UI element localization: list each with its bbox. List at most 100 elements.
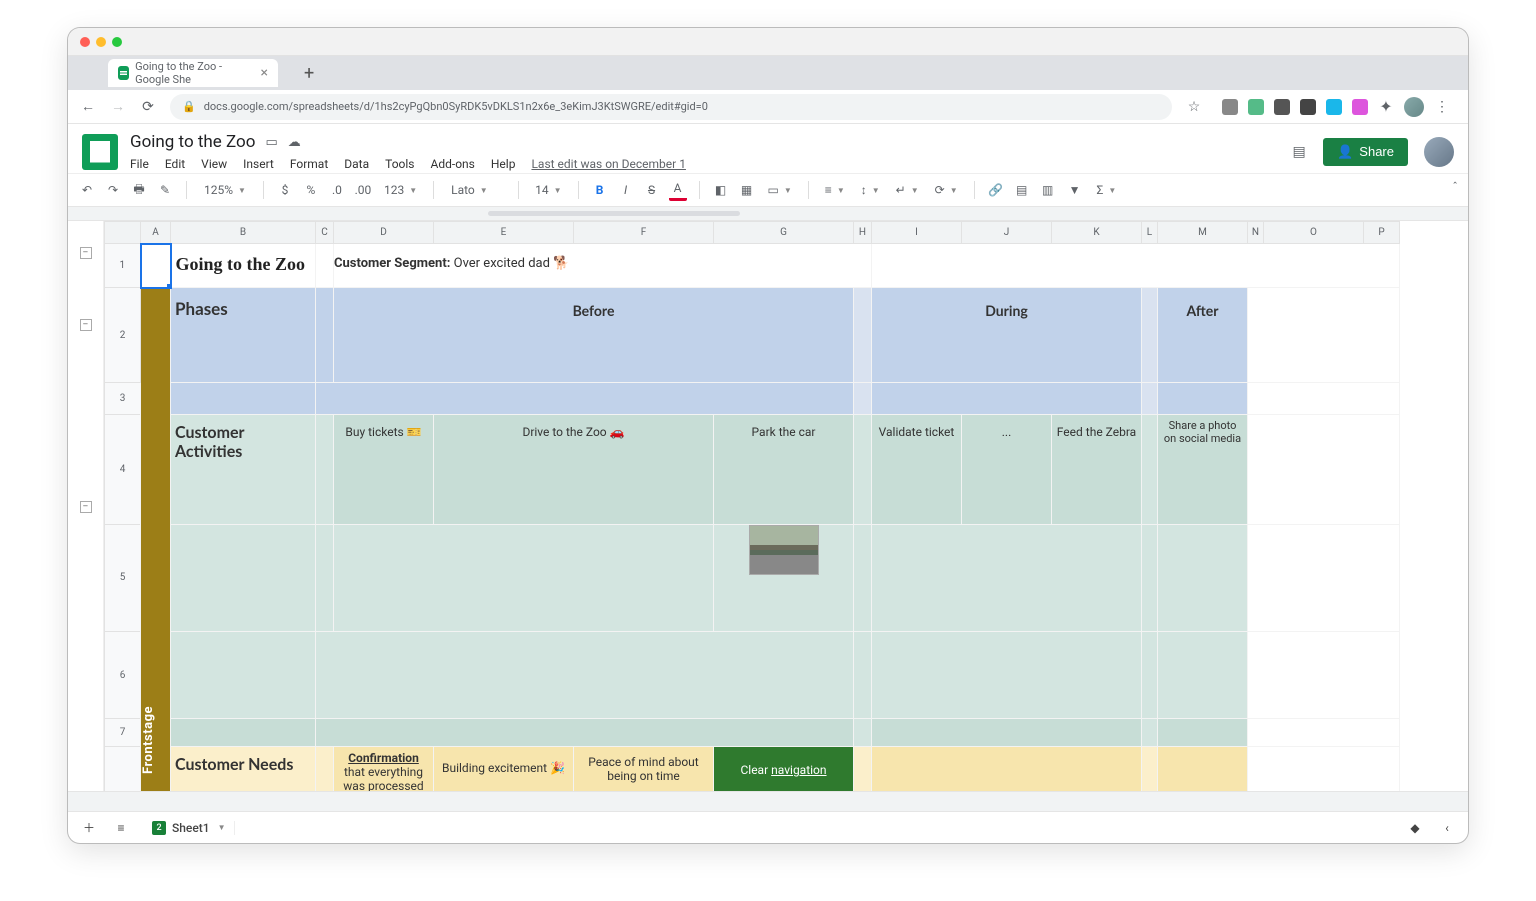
- cell[interactable]: [854, 631, 872, 718]
- col-header[interactable]: M: [1158, 222, 1248, 244]
- cell[interactable]: [316, 244, 334, 288]
- cell[interactable]: [316, 383, 854, 415]
- spreadsheet-grid[interactable]: – – – A B C: [68, 221, 1468, 791]
- extension-icon[interactable]: [1222, 99, 1238, 115]
- cell[interactable]: [1142, 415, 1158, 524]
- cell[interactable]: [854, 524, 872, 631]
- cell[interactable]: [854, 747, 872, 791]
- cell[interactable]: [1248, 383, 1400, 415]
- doc-title[interactable]: Going to the Zoo: [130, 132, 255, 152]
- cell[interactable]: [872, 631, 1142, 718]
- move-to-folder-icon[interactable]: ▭: [265, 135, 277, 150]
- col-header[interactable]: D: [334, 222, 434, 244]
- omnibox[interactable]: 🔒 docs.google.com/spreadsheets/d/1hs2cyP…: [170, 94, 1172, 120]
- profile-avatar-icon[interactable]: [1404, 97, 1424, 117]
- bold-button[interactable]: B: [591, 179, 609, 201]
- share-button[interactable]: 👤 Share: [1323, 138, 1408, 166]
- back-icon[interactable]: ←: [80, 98, 96, 115]
- new-tab-button[interactable]: +: [304, 63, 314, 84]
- row-header[interactable]: 3: [105, 383, 141, 415]
- borders-icon[interactable]: ▦: [738, 179, 756, 201]
- window-zoom-icon[interactable]: [112, 37, 122, 47]
- row-header[interactable]: 5: [105, 524, 141, 631]
- comments-icon[interactable]: ▤: [1291, 144, 1307, 160]
- browser-tab[interactable]: Going to the Zoo - Google She ×: [108, 59, 278, 87]
- print-icon[interactable]: 🖶: [130, 179, 148, 201]
- text-wrap-button[interactable]: ↵▼: [892, 183, 923, 197]
- row-header[interactable]: 8: [105, 747, 141, 791]
- strikethrough-button[interactable]: S: [643, 179, 661, 201]
- italic-button[interactable]: I: [617, 179, 635, 201]
- frontstage-sidebar[interactable]: Frontstage: [141, 288, 171, 792]
- customer-segment-cell[interactable]: Customer Segment: Over excited dad 🐕: [334, 244, 872, 288]
- row-header[interactable]: 2: [105, 288, 141, 383]
- col-header[interactable]: P: [1364, 222, 1400, 244]
- tab-close-icon[interactable]: ×: [261, 65, 268, 81]
- cell[interactable]: [854, 383, 872, 415]
- activity-feed[interactable]: Feed the Zebra: [1052, 415, 1142, 524]
- format-percent-icon[interactable]: %: [302, 179, 320, 201]
- parking-image-cell[interactable]: [714, 524, 854, 631]
- insert-comment-icon[interactable]: ▤: [1013, 179, 1031, 201]
- col-header[interactable]: C: [316, 222, 334, 244]
- cell[interactable]: [316, 288, 334, 383]
- extension-icon[interactable]: [1274, 99, 1290, 115]
- col-header[interactable]: J: [962, 222, 1052, 244]
- collapse-toolbar-icon[interactable]: ˆ: [1452, 180, 1458, 194]
- cell[interactable]: [316, 747, 334, 791]
- filter-button[interactable]: ▼: [1065, 183, 1085, 197]
- text-rotate-button[interactable]: ⟳▼: [931, 183, 962, 197]
- cell[interactable]: [171, 383, 316, 415]
- forward-icon[interactable]: →: [110, 98, 126, 115]
- menu-edit[interactable]: Edit: [165, 157, 185, 171]
- cell[interactable]: [1248, 415, 1400, 524]
- extensions-menu-icon[interactable]: ✦: [1378, 97, 1394, 116]
- functions-button[interactable]: Σ▼: [1093, 183, 1121, 197]
- cell[interactable]: [316, 524, 334, 631]
- menu-tools[interactable]: Tools: [385, 157, 414, 171]
- cell[interactable]: [171, 524, 316, 631]
- cell[interactable]: [1142, 719, 1158, 747]
- col-header[interactable]: E: [434, 222, 574, 244]
- cell[interactable]: [316, 719, 854, 747]
- undo-icon[interactable]: ↶: [78, 179, 96, 201]
- last-edit-link[interactable]: Last edit was on December 1: [531, 157, 686, 171]
- phase-during[interactable]: During: [872, 288, 1142, 383]
- need-confirmation[interactable]: Confirmationthat everything was processe…: [334, 747, 434, 791]
- add-sheet-icon[interactable]: ＋: [80, 817, 98, 839]
- menu-view[interactable]: View: [201, 157, 227, 171]
- col-header[interactable]: L: [1142, 222, 1158, 244]
- menu-data[interactable]: Data: [344, 157, 369, 171]
- phase-after[interactable]: After: [1158, 288, 1248, 383]
- star-icon[interactable]: ☆: [1186, 99, 1202, 115]
- needs-label[interactable]: Customer Needs: [171, 747, 316, 791]
- col-header[interactable]: H: [854, 222, 872, 244]
- col-header[interactable]: G: [714, 222, 854, 244]
- cell-A1[interactable]: [141, 244, 171, 288]
- merge-cells-button[interactable]: ▭▼: [764, 183, 796, 197]
- all-sheets-icon[interactable]: ≡: [112, 817, 130, 839]
- side-panel-toggle-icon[interactable]: ‹: [1438, 817, 1456, 839]
- cell[interactable]: [1142, 747, 1158, 791]
- row-header[interactable]: 4: [105, 415, 141, 524]
- font-size-select[interactable]: 14▼: [531, 183, 565, 197]
- window-close-icon[interactable]: [80, 37, 90, 47]
- phase-before[interactable]: Before: [334, 288, 854, 383]
- activity-more[interactable]: ...: [962, 415, 1052, 524]
- cell[interactable]: [171, 719, 316, 747]
- font-select[interactable]: Lato▼: [446, 182, 506, 198]
- cell[interactable]: [1248, 631, 1400, 718]
- cell[interactable]: [1158, 719, 1248, 747]
- activity-drive[interactable]: Drive to the Zoo 🚗: [434, 415, 714, 524]
- cell[interactable]: [1158, 631, 1248, 718]
- cell[interactable]: [1248, 288, 1400, 383]
- horizontal-scrollbar[interactable]: [68, 791, 1468, 811]
- cell[interactable]: [872, 719, 1142, 747]
- vimeo-extension-icon[interactable]: [1326, 99, 1342, 115]
- sheet-tab[interactable]: 2 Sheet1 ▼: [144, 821, 235, 835]
- reload-icon[interactable]: ⟳: [140, 99, 156, 115]
- cell[interactable]: [316, 631, 854, 718]
- activity-park[interactable]: Park the car: [714, 415, 854, 524]
- fill-color-icon[interactable]: ◧: [712, 179, 730, 201]
- paint-format-icon[interactable]: ✎: [156, 179, 174, 201]
